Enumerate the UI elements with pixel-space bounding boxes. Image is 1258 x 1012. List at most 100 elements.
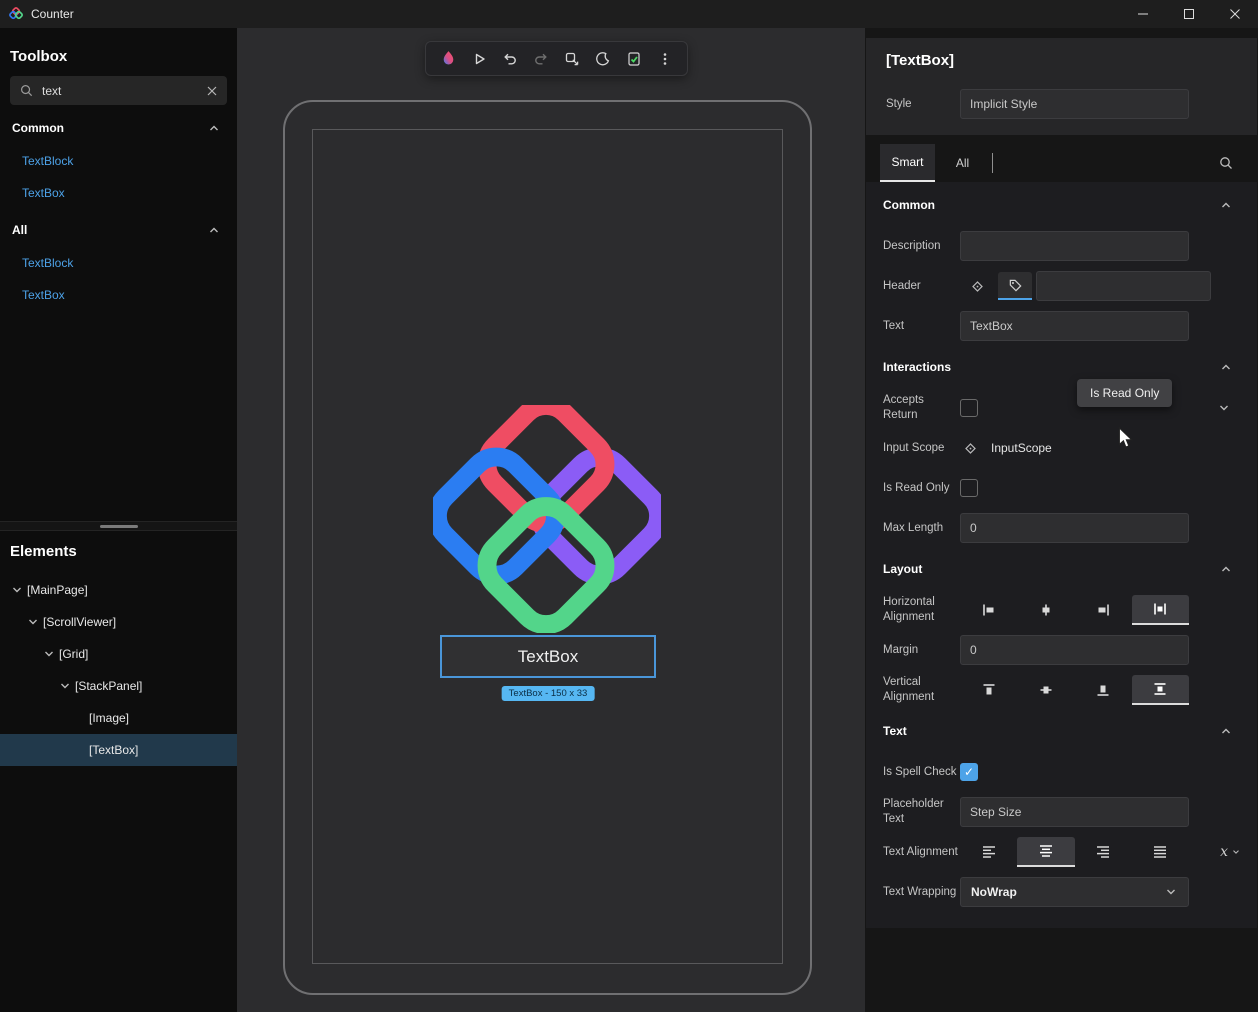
chevron-up-icon[interactable]: [1219, 562, 1233, 576]
text-align-center-button[interactable]: [1017, 837, 1074, 867]
chevron-up-icon[interactable]: [1219, 198, 1233, 212]
tree-item-scrollviewer[interactable]: [ScrollViewer]: [0, 606, 237, 638]
toolbox-item-textbox-all[interactable]: TextBox: [0, 279, 237, 311]
element-picker-icon[interactable]: [560, 47, 584, 71]
input-scope-value[interactable]: InputScope: [991, 441, 1052, 455]
description-input[interactable]: [960, 231, 1189, 261]
splitter-grip-icon: [100, 525, 138, 528]
toolbox-search-input[interactable]: [42, 84, 206, 98]
chevron-down-icon[interactable]: [42, 647, 56, 661]
max-length-input[interactable]: [960, 513, 1189, 543]
size-badge: TextBox - 150 x 33: [502, 686, 595, 701]
search-icon: [19, 83, 34, 98]
row-accepts-return: Accepts Return: [866, 388, 1257, 428]
toolbox-item-textblock[interactable]: TextBlock: [0, 145, 237, 177]
clear-search-icon[interactable]: [206, 85, 218, 97]
chevron-up-icon: [207, 223, 221, 237]
properties-header-card: [TextBox] Style: [866, 38, 1257, 135]
valign-center-button[interactable]: [1017, 675, 1074, 705]
margin-input[interactable]: [960, 635, 1189, 665]
play-button[interactable]: [467, 47, 491, 71]
text-align-left-button[interactable]: [960, 837, 1017, 867]
expression-x-icon[interactable]: x: [1220, 844, 1241, 860]
tree-item-textbox[interactable]: [TextBox]: [0, 734, 237, 766]
chevron-down-icon[interactable]: [1217, 401, 1231, 415]
row-input-scope: Input Scope InputScope: [866, 428, 1257, 468]
tab-separator: [992, 153, 993, 173]
is-spell-check-checkbox[interactable]: ✓: [960, 763, 978, 781]
tab-smart[interactable]: Smart: [880, 144, 935, 182]
section-text[interactable]: Text: [866, 710, 1257, 752]
toolbox-search[interactable]: [10, 76, 227, 105]
properties-content: Common Description Header: [866, 182, 1257, 928]
valign-bottom-button[interactable]: [1075, 675, 1132, 705]
style-input[interactable]: [960, 89, 1189, 119]
more-options-icon[interactable]: [653, 47, 677, 71]
expression-icon[interactable]: [960, 272, 994, 300]
selected-element-title: [TextBox]: [886, 52, 1237, 69]
row-horizontal-alignment: Horizontal Alignment: [866, 590, 1257, 630]
toolbox-section-common[interactable]: Common: [0, 111, 237, 145]
halign-center-button[interactable]: [1017, 595, 1074, 625]
text-align-justify-button[interactable]: [1132, 837, 1189, 867]
theme-toggle-moon-icon[interactable]: [591, 47, 615, 71]
toolbox-title: Toolbox: [0, 28, 237, 65]
row-header: Header: [866, 266, 1257, 306]
chevron-down-icon[interactable]: [26, 615, 40, 629]
halign-right-button[interactable]: [1075, 595, 1132, 625]
chevron-down-icon[interactable]: [58, 679, 72, 693]
chevron-up-icon[interactable]: [1219, 724, 1233, 738]
row-placeholder-text: Placeholder Text: [866, 792, 1257, 832]
chevron-up-icon[interactable]: [1219, 360, 1233, 374]
tree-item-mainpage[interactable]: [MainPage]: [0, 574, 237, 606]
minimize-button[interactable]: [1120, 0, 1166, 28]
properties-tabs: Smart All: [865, 144, 1258, 182]
text-input[interactable]: [960, 311, 1189, 341]
is-read-only-checkbox[interactable]: [960, 479, 978, 497]
row-is-read-only: Is Read Only: [866, 468, 1257, 508]
sidebar-splitter[interactable]: [0, 521, 237, 531]
hot-reload-flame-icon[interactable]: [436, 47, 460, 71]
text-wrapping-select[interactable]: NoWrap: [960, 877, 1189, 907]
halign-stretch-button[interactable]: [1132, 595, 1189, 625]
style-label: Style: [886, 97, 960, 112]
properties-panel: [TextBox] Style Smart All Common: [865, 28, 1258, 1012]
validation-check-icon[interactable]: [622, 47, 646, 71]
app-logo-image[interactable]: [433, 405, 661, 633]
tree-item-grid[interactable]: [Grid]: [0, 638, 237, 670]
properties-search-icon[interactable]: [1218, 155, 1234, 171]
chevron-down-icon[interactable]: [10, 583, 24, 597]
tag-icon[interactable]: [998, 272, 1032, 300]
design-canvas[interactable]: TextBox TextBox - 150 x 33: [237, 28, 865, 1012]
chevron-down-icon: [1164, 885, 1178, 899]
tab-all[interactable]: All: [935, 144, 990, 182]
undo-icon[interactable]: [498, 47, 522, 71]
header-input[interactable]: [1036, 271, 1211, 301]
titlebar: Counter: [0, 0, 1258, 28]
row-vertical-alignment: Vertical Alignment: [866, 670, 1257, 710]
valign-top-button[interactable]: [960, 675, 1017, 705]
valign-stretch-button[interactable]: [1132, 675, 1189, 705]
toolbox-item-textbox[interactable]: TextBox: [0, 177, 237, 209]
redo-icon[interactable]: [529, 47, 553, 71]
selected-textbox-element[interactable]: TextBox: [440, 635, 656, 678]
toolbox-item-textblock-all[interactable]: TextBlock: [0, 247, 237, 279]
close-button[interactable]: [1212, 0, 1258, 28]
row-text-wrapping: Text Wrapping NoWrap: [866, 872, 1257, 912]
tree-item-image[interactable]: [Image]: [0, 702, 237, 734]
maximize-button[interactable]: [1166, 0, 1212, 28]
row-description: Description: [866, 226, 1257, 266]
tree-item-stackpanel[interactable]: [StackPanel]: [0, 670, 237, 702]
is-read-only-tooltip: Is Read Only: [1077, 379, 1172, 407]
section-layout[interactable]: Layout: [866, 548, 1257, 590]
halign-left-button[interactable]: [960, 595, 1017, 625]
app-window: Counter Toolbox: [0, 0, 1258, 1012]
expression-icon[interactable]: [963, 441, 978, 456]
placeholder-text-input[interactable]: [960, 797, 1189, 827]
accepts-return-checkbox[interactable]: [960, 399, 978, 417]
section-interactions[interactable]: Interactions: [866, 346, 1257, 388]
app-logo-icon: [9, 7, 24, 22]
text-align-right-button[interactable]: [1075, 837, 1132, 867]
section-common[interactable]: Common: [866, 184, 1257, 226]
toolbox-section-all[interactable]: All: [0, 213, 237, 247]
